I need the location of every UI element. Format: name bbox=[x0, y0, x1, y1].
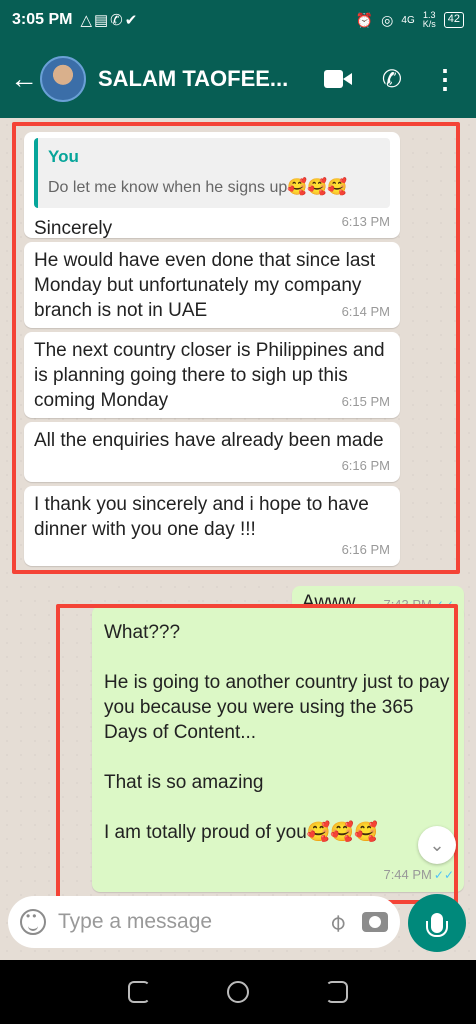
message-composer: ⌀ bbox=[8, 896, 400, 948]
contact-name[interactable]: SALAM TAOFEE... bbox=[98, 66, 324, 92]
message-bubble-outgoing[interactable]: What??? He is going to another country j… bbox=[92, 606, 464, 892]
message-input[interactable] bbox=[58, 910, 330, 934]
voice-message-button[interactable] bbox=[408, 894, 466, 952]
alarm-icon: ⏰ bbox=[355, 11, 374, 28]
home-icon[interactable] bbox=[226, 981, 249, 1003]
status-bar: 3:05 PM △▤✆✔ ⏰ ◎ 4G 1.3 K/s 42 bbox=[0, 0, 476, 40]
status-right: ⏰ ◎ 4G 1.3 K/s 42 bbox=[356, 11, 464, 29]
message-text: He would have even done that since last … bbox=[34, 250, 381, 321]
emoji-icon[interactable] bbox=[20, 909, 46, 935]
message-time: 6:16 PM bbox=[341, 458, 390, 473]
notification-icons: △▤✆✔ bbox=[80, 12, 140, 29]
status-time: 3:05 PM bbox=[12, 11, 73, 28]
net-speed: 1.3 K/s bbox=[423, 11, 436, 29]
message-bubble-incoming[interactable]: All the enquiries have already been made… bbox=[24, 422, 400, 482]
message-text: I thank you sincerely and i hope to have… bbox=[34, 494, 375, 540]
more-options-icon[interactable]: ⋮ bbox=[432, 64, 458, 95]
video-call-icon[interactable] bbox=[323, 70, 352, 88]
hotspot-icon: ◎ bbox=[381, 11, 394, 28]
quoted-text: Do let me know when he signs up🥰🥰🥰 bbox=[48, 179, 348, 196]
message-time: 6:13 PM bbox=[341, 214, 390, 229]
message-text: Sincerely bbox=[34, 218, 113, 239]
message-bubble-incoming[interactable]: I thank you sincerely and i hope to have… bbox=[24, 486, 400, 566]
quoted-message[interactable]: You Do let me know when he signs up🥰🥰🥰 bbox=[34, 138, 390, 208]
recent-apps-icon[interactable] bbox=[128, 981, 151, 1003]
camera-icon[interactable] bbox=[362, 912, 388, 932]
system-nav-bar bbox=[0, 960, 476, 1024]
message-text: What??? He is going to another country j… bbox=[104, 622, 450, 843]
message-time: 6:14 PM bbox=[341, 304, 390, 319]
chat-header: ← SALAM TAOFEE... ✆ ⋮ bbox=[0, 40, 476, 118]
back-arrow-icon[interactable]: ← bbox=[10, 63, 40, 95]
message-time: 7:44 PM ✓✓ bbox=[383, 862, 454, 888]
message-text: All the enquiries have already been made bbox=[34, 430, 384, 451]
message-text: The next country closer is Philippines a… bbox=[34, 340, 390, 411]
battery-icon: 42 bbox=[443, 12, 464, 28]
back-nav-icon[interactable] bbox=[325, 981, 348, 1003]
message-time: 6:15 PM bbox=[341, 394, 390, 409]
message-bubble-incoming[interactable]: He would have even done that since last … bbox=[24, 242, 400, 328]
scroll-down-icon[interactable]: ⌄ bbox=[418, 826, 456, 864]
chat-area[interactable]: You Do let me know when he signs up🥰🥰🥰 S… bbox=[0, 118, 476, 960]
message-bubble-incoming[interactable]: The next country closer is Philippines a… bbox=[24, 332, 400, 418]
status-left: 3:05 PM △▤✆✔ bbox=[12, 11, 139, 29]
microphone-icon bbox=[426, 913, 448, 937]
read-ticks-icon: ✓✓ bbox=[433, 868, 454, 882]
phone-icon[interactable]: ✆ bbox=[382, 65, 402, 94]
message-time-text: 7:44 PM bbox=[383, 867, 432, 882]
avatar[interactable] bbox=[40, 56, 86, 102]
message-bubble-incoming[interactable]: You Do let me know when he signs up🥰🥰🥰 S… bbox=[24, 132, 400, 239]
signal-label: 4G bbox=[401, 14, 415, 26]
quoted-author: You bbox=[48, 147, 79, 166]
message-time: 6:16 PM bbox=[341, 542, 390, 557]
net-speed-unit: K/s bbox=[422, 19, 436, 29]
header-actions: ✆ ⋮ bbox=[323, 64, 458, 95]
